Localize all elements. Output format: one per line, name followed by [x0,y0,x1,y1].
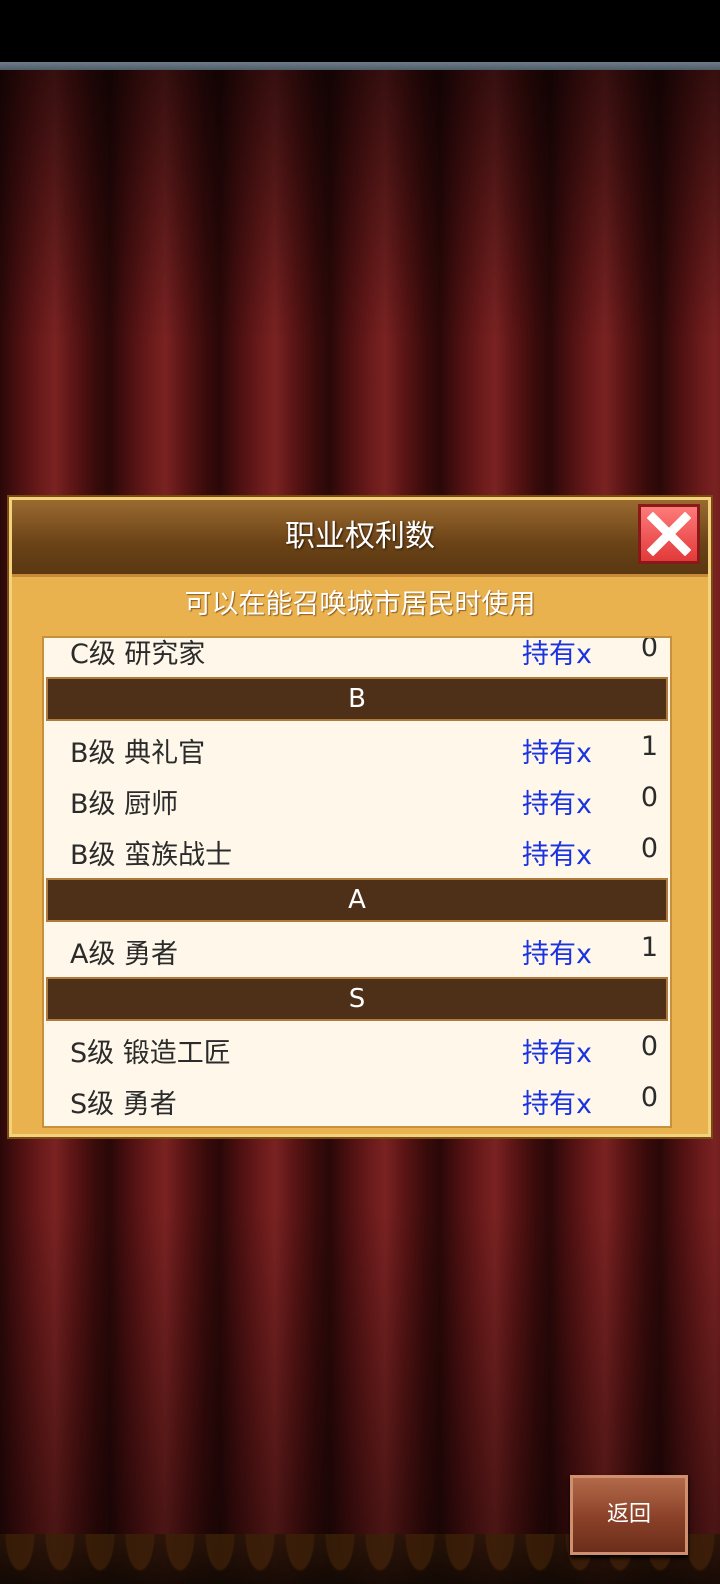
list-item: S级 锻造工匠 持有x 0 [44,1023,670,1074]
held-count: 0 [640,1031,658,1062]
held-label: 持有x [522,1038,592,1069]
list-item: C级 研究家 持有x 0 [44,636,670,675]
job-name: S级 锻造工匠 [70,1038,231,1069]
dialog-header: 职业权利数 [12,500,708,577]
close-button[interactable] [638,504,700,564]
held-count: 0 [640,782,658,813]
held-label: 持有x [522,840,592,871]
close-icon [647,512,691,556]
list-item: B级 厨师 持有x 0 [44,774,670,825]
held-label: 持有x [522,738,592,769]
job-list-panel[interactable]: C级 研究家 持有x 0 B B级 典礼官 持有x 1 B级 厨师 持有x 0 B级 蛮族战士… [42,636,672,1128]
section-header-s: S [46,977,668,1021]
section-header-a: A [46,878,668,922]
list-item: B级 蛮族战士 持有x 0 [44,825,670,876]
section-header-b: B [46,677,668,721]
job-name: S级 勇者 [70,1089,177,1120]
held-label: 持有x [522,789,592,820]
job-name: B级 典礼官 [70,738,206,769]
job-name: B级 蛮族战士 [70,840,233,871]
job-name: C级 研究家 [70,639,206,670]
job-list: C级 研究家 持有x 0 B B级 典礼官 持有x 1 B级 厨师 持有x 0 B级 蛮族战士… [44,636,670,1125]
held-count: 0 [640,636,658,663]
held-count: 0 [640,1082,658,1113]
list-item: S级 勇者 持有x 0 [44,1074,670,1125]
list-item: A级 勇者 持有x 1 [44,924,670,975]
dialog-subtitle: 可以在能召唤城市居民时使用 [184,589,536,620]
status-bar [0,0,720,62]
job-name: A级 勇者 [70,939,179,970]
held-count: 1 [640,731,658,762]
held-label: 持有x [522,1089,592,1120]
list-item: B级 典礼官 持有x 1 [44,723,670,774]
held-count: 0 [640,833,658,864]
held-label: 持有x [522,939,592,970]
held-label: 持有x [522,639,592,670]
back-button[interactable]: 返回 [570,1475,688,1555]
job-rights-dialog: 职业权利数 可以在能召唤城市居民时使用 C级 研究家 持有x 0 B B级 典礼官… [9,497,711,1137]
dialog-title: 职业权利数 [285,519,435,554]
held-count: 1 [640,932,658,963]
top-strip [0,62,720,70]
job-name: B级 厨师 [70,789,179,820]
